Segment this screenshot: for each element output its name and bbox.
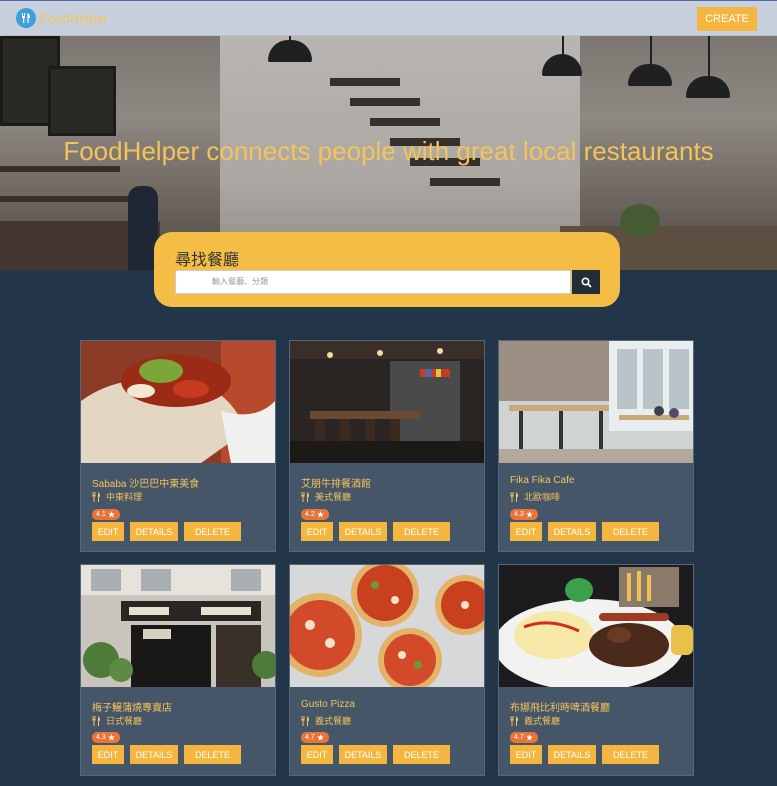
star-icon	[316, 734, 324, 741]
category-label: 美式餐廳	[315, 492, 352, 502]
restaurant-card: 艾朋牛排餐酒館 美式餐廳 4.2 EDIT DETAILS DELETE	[289, 340, 485, 552]
edit-button[interactable]: EDIT	[510, 522, 542, 541]
restaurant-photo[interactable]	[499, 565, 693, 687]
star-icon	[316, 511, 324, 518]
rating-badge: 4.1	[92, 509, 120, 520]
delete-button[interactable]: DELETE	[602, 745, 659, 764]
utensils-icon	[16, 8, 36, 28]
search-icon	[580, 276, 592, 288]
restaurant-category: 中東料理	[92, 490, 142, 503]
restaurant-name[interactable]: 艾朋牛排餐酒館	[301, 475, 371, 490]
navbar: FoodHelper CREATE	[0, 0, 777, 36]
search-button[interactable]	[572, 270, 600, 294]
utensils-icon	[510, 491, 519, 502]
brand-name: FoodHelper	[40, 10, 108, 26]
delete-button[interactable]: DELETE	[393, 522, 450, 541]
category-label: 日式餐廳	[106, 716, 143, 726]
category-label: 中東料理	[106, 492, 143, 502]
rating-badge: 4.2	[301, 509, 329, 520]
edit-button[interactable]: EDIT	[301, 745, 333, 764]
rating-value: 4.7	[305, 734, 315, 741]
rating-value: 4.1	[96, 511, 106, 518]
edit-button[interactable]: EDIT	[301, 522, 333, 541]
details-button[interactable]: DETAILS	[130, 745, 178, 764]
restaurant-category: 美式餐廳	[301, 490, 351, 503]
restaurant-name[interactable]: Gusto Pizza	[301, 699, 355, 710]
restaurant-name[interactable]: Sababa 沙巴巴中東美食	[92, 475, 199, 490]
restaurant-name[interactable]: 布娜飛比利時啤酒餐廳	[510, 699, 610, 714]
brand-link[interactable]: FoodHelper	[16, 8, 108, 28]
restaurant-card: Fika Fika Cafe 北歐咖啡 4.3 EDIT DETAILS DEL…	[498, 340, 694, 552]
edit-button[interactable]: EDIT	[92, 745, 124, 764]
search-panel: 尋找餐廳 輸入餐廳、分類	[154, 232, 620, 307]
restaurant-category: 義式餐廳	[510, 714, 560, 727]
details-button[interactable]: DETAILS	[130, 522, 178, 541]
restaurant-card: 梅子鰻蒲燒專賣店 日式餐廳 4.3 EDIT DETAILS DELETE	[80, 564, 276, 776]
rating-value: 4.3	[96, 734, 106, 741]
restaurant-name[interactable]: 梅子鰻蒲燒專賣店	[92, 699, 172, 714]
utensils-icon	[510, 715, 519, 726]
rating-value: 4.3	[514, 511, 524, 518]
category-label: 義式餐廳	[315, 716, 352, 726]
details-button[interactable]: DETAILS	[548, 522, 596, 541]
utensils-icon	[92, 491, 101, 502]
create-button[interactable]: CREATE	[697, 7, 757, 31]
delete-button[interactable]: DELETE	[393, 745, 450, 764]
restaurant-photo[interactable]	[290, 341, 484, 463]
delete-button[interactable]: DELETE	[602, 522, 659, 541]
hero-title: FoodHelper connects people with great lo…	[63, 136, 714, 166]
restaurant-name[interactable]: Fika Fika Cafe	[510, 475, 574, 486]
restaurant-category: 義式餐廳	[301, 714, 351, 727]
category-label: 北歐咖啡	[524, 492, 561, 502]
restaurant-photo[interactable]	[81, 565, 275, 687]
star-icon	[107, 734, 115, 741]
rating-badge: 4.7	[510, 732, 538, 743]
rating-value: 4.7	[514, 734, 524, 741]
utensils-icon	[92, 715, 101, 726]
search-title: 尋找餐廳	[175, 252, 240, 269]
details-button[interactable]: DETAILS	[339, 745, 387, 764]
restaurant-card: 布娜飛比利時啤酒餐廳 義式餐廳 4.7 EDIT DETAILS DELETE	[498, 564, 694, 776]
edit-button[interactable]: EDIT	[92, 522, 124, 541]
restaurant-photo[interactable]	[499, 341, 693, 463]
delete-button[interactable]: DELETE	[184, 745, 241, 764]
restaurant-card: Sababa 沙巴巴中東美食 中東料理 4.1 EDIT DETAILS DEL…	[80, 340, 276, 552]
details-button[interactable]: DETAILS	[548, 745, 596, 764]
star-icon	[525, 511, 533, 518]
delete-button[interactable]: DELETE	[184, 522, 241, 541]
edit-button[interactable]: EDIT	[510, 745, 542, 764]
utensils-icon	[301, 491, 310, 502]
restaurant-category: 日式餐廳	[92, 714, 142, 727]
rating-value: 4.2	[305, 511, 315, 518]
rating-badge: 4.3	[510, 509, 538, 520]
restaurant-photo[interactable]	[290, 565, 484, 687]
details-button[interactable]: DETAILS	[339, 522, 387, 541]
restaurant-card: Gusto Pizza 義式餐廳 4.7 EDIT DETAILS DELETE	[289, 564, 485, 776]
restaurant-photo[interactable]	[81, 341, 275, 463]
rating-badge: 4.3	[92, 732, 120, 743]
star-icon	[525, 734, 533, 741]
utensils-icon	[301, 715, 310, 726]
search-input[interactable]: 輸入餐廳、分類	[175, 270, 571, 294]
rating-badge: 4.7	[301, 732, 329, 743]
star-icon	[107, 511, 115, 518]
restaurant-category: 北歐咖啡	[510, 490, 560, 503]
category-label: 義式餐廳	[524, 716, 561, 726]
